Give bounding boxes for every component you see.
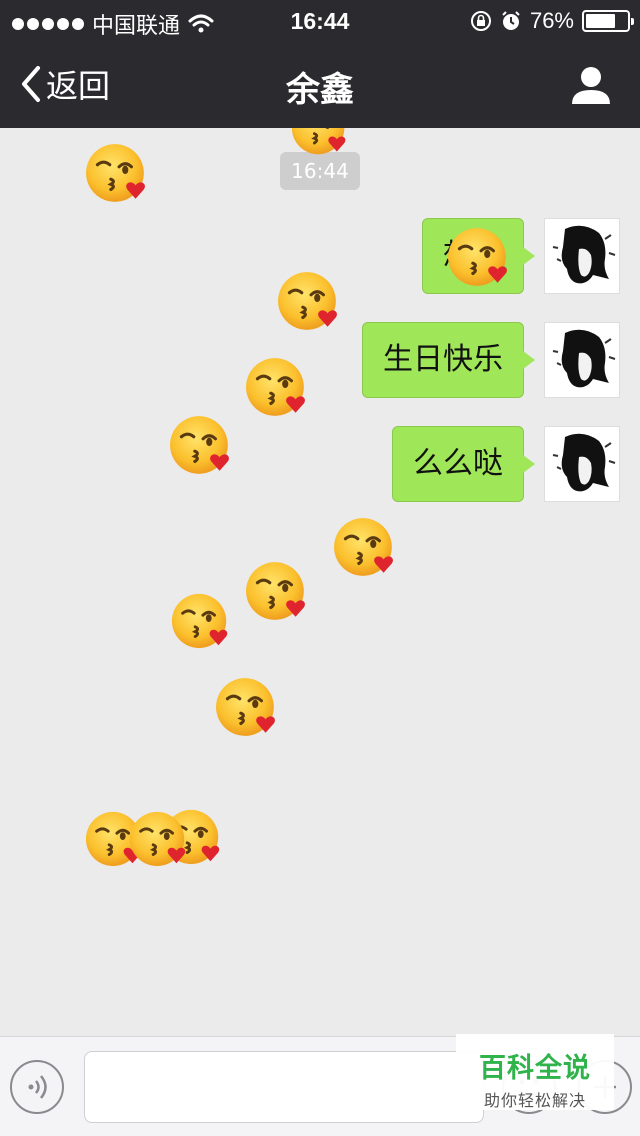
message-bubble[interactable]: 么么哒 [392, 426, 535, 502]
kiss-emoji-icon [128, 808, 190, 870]
avatar[interactable] [544, 426, 620, 502]
chat-area[interactable]: 16:44 想你 生日快乐 么么哒 [0, 128, 640, 1036]
avatar[interactable] [544, 218, 620, 294]
watermark: 百科全说 助你轻松解决 [456, 1034, 614, 1110]
message-bubble[interactable]: 生日快乐 [362, 322, 535, 398]
battery-fill [586, 14, 616, 28]
rotation-lock-icon [470, 11, 491, 31]
kiss-emoji-icon [214, 674, 280, 740]
avatar-image [552, 433, 616, 492]
voice-button[interactable] [10, 1060, 64, 1114]
avatar-image [552, 329, 616, 388]
status-right: 76% [470, 8, 634, 34]
alarm-icon [502, 11, 520, 30]
kiss-emoji-icon [168, 412, 234, 478]
battery-percent: 76% [529, 8, 574, 33]
kiss-emoji-icon [446, 224, 512, 290]
kiss-emoji-icon [276, 268, 342, 334]
kiss-emoji-icon [244, 558, 310, 624]
page-title: 余鑫 [286, 70, 354, 110]
status-bar: 中国联通 16:44 76% [0, 0, 640, 40]
voice-icon [28, 1075, 47, 1099]
battery-icon [582, 10, 634, 32]
avatar[interactable] [544, 322, 620, 398]
kiss-emoji-icon [170, 590, 232, 652]
message-input[interactable] [84, 1051, 484, 1123]
avatar-image [552, 225, 616, 284]
watermark-brand: 百科全说 [479, 1053, 591, 1084]
kiss-emoji-icon [244, 354, 310, 420]
profile-icon[interactable] [570, 64, 612, 106]
nav-bar: 返回 余鑫 [0, 40, 640, 128]
kiss-emoji-icon [332, 514, 398, 580]
kiss-emoji-icon [84, 140, 150, 206]
watermark-slogan: 助你轻松解决 [483, 1091, 586, 1110]
kiss-emoji-icon [290, 128, 350, 158]
